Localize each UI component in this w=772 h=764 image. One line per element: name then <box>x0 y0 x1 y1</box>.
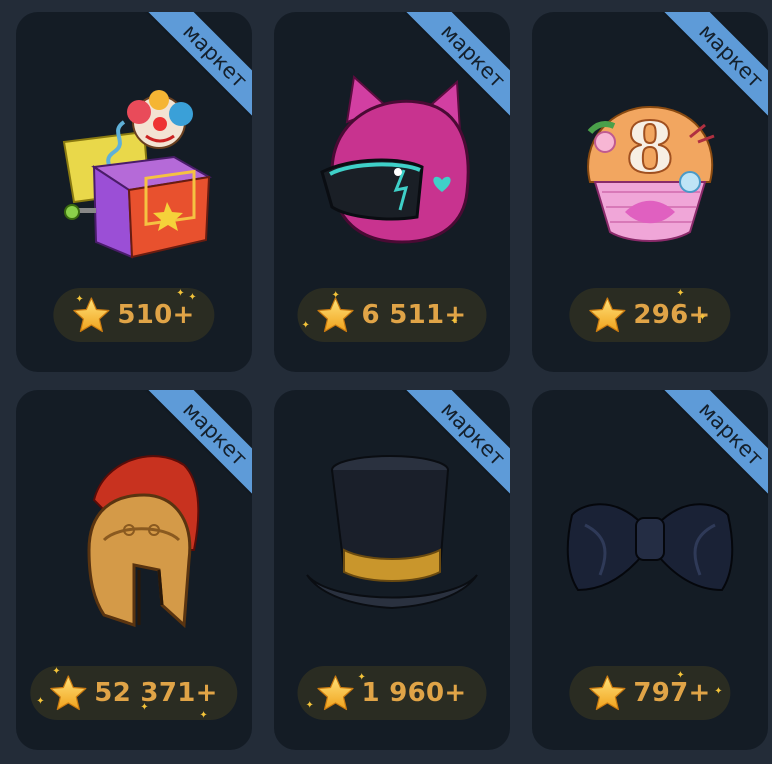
sparkle-icon: ✦ <box>450 316 459 327</box>
sparkle-icon: ✦ <box>75 294 84 305</box>
sparkle-icon: ✦ <box>305 700 314 711</box>
sparkle-icon: ✦ <box>714 686 723 697</box>
bow-tie-icon <box>566 503 734 592</box>
sparkle-icon: ✦ <box>188 292 197 303</box>
star-icon <box>587 673 627 713</box>
sparkle-icon: ✦ <box>140 702 149 713</box>
price-label: 510+ <box>117 300 195 330</box>
gift-card-top-hat[interactable]: маркет 1 960+ ✦ ✦ <box>274 390 510 750</box>
gift-grid: маркет 510+ ✦ ✦ ✦ маркет 6 511+ ✦ ✦ ✦ ма… <box>0 0 772 764</box>
spartan-helmet-icon <box>87 455 200 629</box>
gift-card-cupcake[interactable]: маркет 8 296+ ✦ ✦ <box>532 12 768 372</box>
gift-card-spartan-helmet[interactable]: маркет 52 371+ ✦ ✦ ✦ ✦ <box>16 390 252 750</box>
sparkle-icon: ✦ <box>301 320 310 331</box>
star-icon <box>48 673 88 713</box>
price-label: 1 960+ <box>361 678 467 708</box>
jack-in-the-box-icon <box>62 90 212 259</box>
sparkle-icon: ✦ <box>36 696 45 707</box>
sparkle-icon: ✦ <box>331 290 340 301</box>
sparkle-icon: ✦ <box>698 312 707 323</box>
sparkle-icon: ✦ <box>676 288 685 299</box>
price-badge: 296+ ✦ ✦ <box>569 288 731 342</box>
price-label: 797+ <box>633 678 711 708</box>
price-label: 52 371+ <box>94 678 218 708</box>
price-badge: 510+ ✦ ✦ ✦ <box>53 288 215 342</box>
sparkle-icon: ✦ <box>52 666 61 677</box>
star-icon <box>587 295 627 335</box>
price-badge: 6 511+ ✦ ✦ ✦ <box>297 288 487 342</box>
sparkle-icon: ✦ <box>176 288 185 299</box>
cupcake-8-icon: 8 <box>587 105 715 242</box>
sparkle-icon: ✦ <box>676 670 685 681</box>
top-hat-icon <box>306 455 478 610</box>
gift-card-cat-helmet[interactable]: маркет 6 511+ ✦ ✦ ✦ <box>274 12 510 372</box>
sparkle-icon: ✦ <box>199 710 208 721</box>
star-icon <box>315 295 355 335</box>
price-badge: 1 960+ ✦ ✦ <box>297 666 487 720</box>
sparkle-icon: ✦ <box>357 672 366 683</box>
price-badge: 52 371+ ✦ ✦ ✦ ✦ <box>30 666 238 721</box>
pink-cat-helmet-icon <box>320 75 470 244</box>
svg-text:8: 8 <box>626 106 675 189</box>
gift-card-jack-in-the-box[interactable]: маркет 510+ ✦ ✦ ✦ <box>16 12 252 372</box>
star-icon <box>315 673 355 713</box>
price-badge: 797+ ✦ ✦ <box>569 666 731 720</box>
gift-card-bow-tie[interactable]: маркет 797+ ✦ ✦ <box>532 390 768 750</box>
